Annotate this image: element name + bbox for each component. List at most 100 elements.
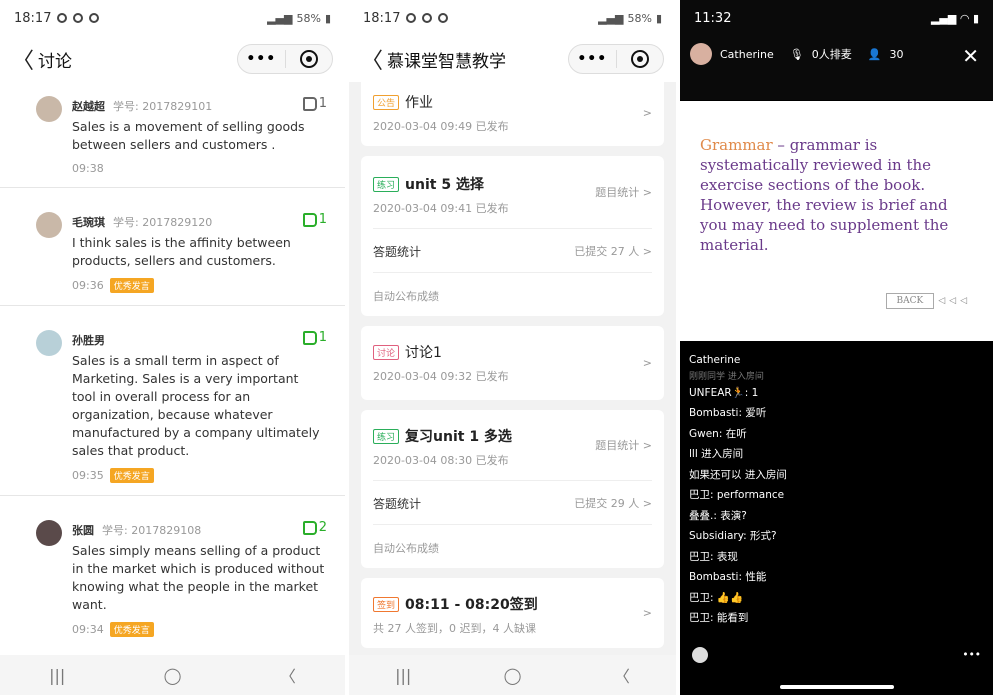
status-time: 11:32 [694, 10, 732, 26]
like-button[interactable]: 1 [302, 96, 327, 111]
author-name: 孙胜男 [72, 334, 105, 347]
notification-icon [57, 13, 68, 23]
status-time: 18:17 [363, 10, 401, 26]
emoji-icon[interactable] [692, 647, 708, 663]
signal-icon: ▂▄▆ [598, 11, 624, 25]
status-time: 18:17 [14, 10, 52, 26]
chat-faded-line: 刚刚同学 进入房间 [689, 371, 764, 382]
like-button[interactable]: 2 [302, 520, 327, 535]
page-title: 讨论 [38, 51, 72, 72]
card-title: 作业 [405, 95, 434, 111]
post-time: 09:38 [72, 162, 104, 175]
nav-bar: 〈 讨论 ••• [0, 36, 345, 82]
discussion-card[interactable]: 讨论 讨论1 2020-03-04 09:32 已发布 > [361, 326, 664, 400]
close-miniprogram-button[interactable] [616, 50, 663, 68]
card-date: 2020-03-04 09:41 已发布 [373, 202, 509, 215]
avatar [36, 330, 62, 356]
home-button[interactable]: ◯ [504, 666, 522, 685]
more-options-button[interactable]: ••• [962, 649, 981, 661]
nav-bar: 〈 慕课堂智慧教学 ••• [349, 36, 676, 82]
chat-header: Catherine [689, 354, 741, 366]
like-button[interactable]: 1 [302, 212, 327, 227]
practice-card[interactable]: 练习 unit 5 选择 2020-03-04 09:41 已发布 题目统计 > … [361, 156, 664, 316]
signin-tag: 签到 [373, 597, 400, 612]
close-miniprogram-button[interactable] [285, 50, 332, 68]
list-item: 毛琬琪 学号: 2017829120 1 I think sales is th… [0, 204, 345, 306]
post-text: Sales is a movement of selling goods bet… [72, 119, 305, 152]
chevron-right-icon: > [642, 606, 652, 620]
viewer-count: 30 [889, 47, 904, 61]
student-id-label: 学号: [102, 524, 128, 537]
practice-tag: 练习 [373, 429, 400, 444]
notification-icon [438, 13, 449, 23]
student-id-label: 学号: [113, 100, 139, 113]
notification-icon [89, 13, 100, 23]
system-back-button[interactable]: 〈 [614, 663, 630, 687]
live-header: 11:32 ▂▄▆ ◠ ▮ Catherine 🎙 0人排麦 👤 30 ✕ [680, 0, 993, 100]
post-text: Sales is a small term in aspect of Marke… [72, 353, 320, 458]
arrow-left-icon[interactable]: ◁ [938, 296, 945, 306]
question-stats-link[interactable]: 题目统计 > [595, 437, 652, 453]
more-button[interactable]: ••• [238, 51, 285, 67]
thumbs-up-icon [302, 96, 317, 111]
recent-apps-button[interactable]: ||| [395, 666, 411, 685]
notice-tag: 公告 [373, 95, 400, 110]
practice-card[interactable]: 练习 复习unit 1 多选 2020-03-04 08:30 已发布 题目统计 … [361, 410, 664, 568]
notice-card[interactable]: 公告 作业 2020-03-04 09:49 已发布 > [361, 80, 664, 146]
question-stats-link[interactable]: 题目统计 > [595, 184, 652, 200]
chat-message: 巴卫: performance [689, 489, 785, 501]
student-id: 2017829120 [142, 215, 213, 229]
post-text: Sales simply means selling of a product … [72, 543, 325, 612]
list-item: 张圆 学号: 2017829108 2 Sales simply means s… [0, 512, 345, 637]
mic-icon: 🎙 [789, 47, 804, 61]
back-button[interactable]: 〈 [12, 43, 38, 75]
close-icon[interactable]: ✕ [962, 44, 979, 68]
student-id: 2017829101 [142, 99, 213, 113]
chat-message: UNFEAR🏃: 1 [689, 386, 759, 399]
like-count: 2 [318, 520, 327, 535]
back-button[interactable]: 〈 [361, 43, 387, 75]
home-button[interactable]: ◯ [164, 666, 182, 685]
discussion-screen: 18:17 ▂▄▆ 58% ▮ 〈 讨论 ••• 赵越超 学号: 201782910… [0, 0, 345, 695]
card-title: 08:11 - 08:20签到 [405, 597, 538, 613]
card-date: 共 27 人签到，0 迟到，4 人缺课 [373, 622, 536, 635]
user-icon: 👤 [867, 47, 882, 61]
avatar [36, 520, 62, 546]
post-time: 09:35 [72, 469, 104, 482]
chevron-right-icon: > [642, 106, 652, 120]
chat-message: Bombasti: 性能 [689, 571, 767, 583]
card-date: 2020-03-04 09:49 已发布 [373, 120, 509, 133]
chat-message: 如果还可以 进入房间 [689, 468, 787, 481]
card-title: 讨论1 [405, 345, 442, 361]
chat-panel: Catherine 刚刚同学 进入房间 UNFEAR🏃: 1 Bombasti: … [680, 344, 993, 695]
live-class-screen: 11:32 ▂▄▆ ◠ ▮ Catherine 🎙 0人排麦 👤 30 ✕ Gram… [680, 0, 993, 695]
more-button[interactable]: ••• [569, 51, 616, 67]
recent-apps-button[interactable]: ||| [49, 666, 65, 685]
submitted-count-link[interactable]: 已提交 29 人 > [574, 495, 652, 511]
status-bar: 18:17 ▂▄▆ 58% ▮ [349, 0, 676, 36]
post-text: I think sales is the affinity between pr… [72, 235, 291, 268]
student-id: 2017829108 [131, 523, 202, 537]
chevron-right-icon: > [642, 356, 652, 370]
arrow-left-icon[interactable]: ◁ [960, 296, 967, 306]
post-list: 赵越超 学号: 2017829101 1 Sales is a movement… [0, 88, 345, 637]
auto-publish-label: 自动公布成绩 [373, 290, 439, 303]
arrow-left-icon[interactable]: ◁ [949, 296, 956, 306]
practice-tag: 练习 [373, 177, 400, 192]
chat-message: Bombasti: 爱听 [689, 407, 767, 419]
chat-message: 巴卫: 能看到 [689, 612, 749, 624]
like-button[interactable]: 1 [302, 330, 327, 345]
status-bar: 18:17 ▂▄▆ 58% ▮ [0, 0, 345, 36]
host-info: Catherine 🎙 0人排麦 👤 30 [680, 36, 993, 72]
submitted-count-link[interactable]: 已提交 27 人 > [574, 243, 652, 259]
battery-icon: ▮ [324, 11, 331, 25]
presentation-slide: Grammar – grammar is systematically revi… [680, 101, 993, 341]
card-title: 复习unit 1 多选 [405, 429, 512, 445]
author-name: 毛琬琪 [72, 216, 105, 229]
page-title: 慕课堂智慧教学 [387, 51, 506, 72]
slide-back-button[interactable]: BACK [885, 293, 935, 309]
signin-card[interactable]: 签到 08:11 - 08:20签到 共 27 人签到，0 迟到，4 人缺课 > [361, 578, 664, 648]
system-back-button[interactable]: 〈 [280, 663, 296, 687]
post-time: 09:36 [72, 279, 104, 292]
chat-message: lll 进入房间 [689, 448, 744, 460]
